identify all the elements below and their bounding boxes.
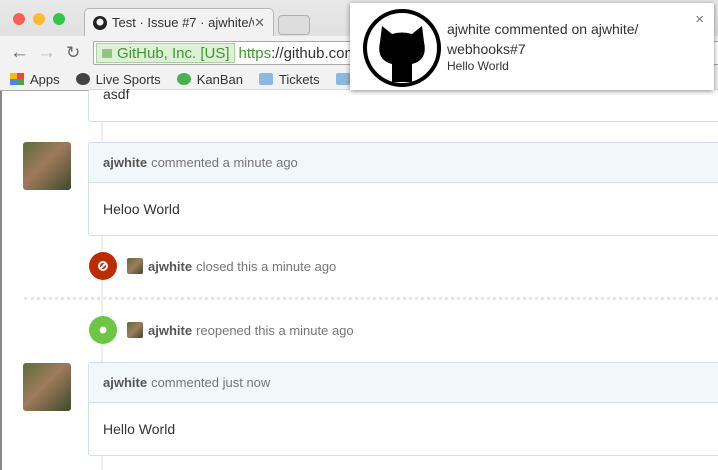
close-window-button[interactable] <box>13 13 25 25</box>
event-author[interactable]: ajwhite <box>148 259 192 274</box>
comment-header: ajwhite commented a minute ago <box>89 143 718 183</box>
notification-close-icon[interactable]: × <box>695 11 704 28</box>
bookmark-tickets[interactable]: Tickets <box>258 71 320 87</box>
avatar-small[interactable] <box>127 258 143 274</box>
divider <box>24 297 718 300</box>
notification-message: Hello World <box>447 59 509 73</box>
bookmark-live-sports[interactable]: Live Sports <box>75 71 161 87</box>
new-tab-button[interactable] <box>278 15 310 35</box>
bookmark-apps[interactable]: Apps <box>10 72 60 87</box>
event-closed: ajwhite closed this a minute ago <box>89 252 336 280</box>
folder-icon <box>335 73 350 85</box>
bookmark-kanban[interactable]: KanBan <box>176 71 243 87</box>
tab-close-icon[interactable]: ✕ <box>254 15 265 31</box>
event-author[interactable]: ajwhite <box>148 323 192 338</box>
bookmark-label: KanBan <box>196 71 243 87</box>
bookmark-label: Tickets <box>278 71 320 87</box>
avatar[interactable] <box>23 363 71 411</box>
comment-author[interactable]: ajwhite <box>103 155 147 170</box>
avatar[interactable] <box>23 142 71 190</box>
comment-author[interactable]: ajwhite <box>103 375 147 390</box>
open-icon <box>89 316 117 344</box>
comment: ajwhite commented a minute ago Heloo Worl… <box>88 142 718 236</box>
tab-title: Test · Issue #7 · ajwhite/webhooks <box>112 15 254 30</box>
comment: ajwhite commented just now Hello World <box>88 362 718 456</box>
back-icon[interactable]: ← <box>10 42 29 64</box>
comment-timestamp[interactable]: commented a minute ago <box>151 155 298 170</box>
github-octocat-icon <box>363 9 441 87</box>
comment-body: Heloo World <box>103 201 180 217</box>
ev-certificate-badge[interactable]: GitHub, Inc. [US] <box>96 43 235 63</box>
comment-header: ajwhite commented just now <box>89 363 718 403</box>
issue-timeline: asdf ajwhite commented a minute ago Heloo… <box>0 86 718 470</box>
folder-icon <box>258 73 273 85</box>
url-scheme: https <box>238 44 272 62</box>
closed-icon <box>89 252 117 280</box>
event-text: closed this a minute ago <box>196 258 337 274</box>
previous-comment: asdf <box>88 86 718 122</box>
url-text: https://github.com <box>239 45 357 62</box>
comment-body: Hello World <box>103 421 176 437</box>
sports-icon <box>75 73 90 85</box>
event-text: reopened this a minute ago <box>196 322 354 338</box>
github-icon <box>93 15 107 30</box>
notification-title: ajwhite commented on ajwhite/ webhooks#7 <box>447 21 639 57</box>
minimize-window-button[interactable] <box>33 13 45 25</box>
avatar-small[interactable] <box>127 322 143 338</box>
leaf-icon <box>176 73 191 85</box>
bookmark-label: Live Sports <box>95 71 161 87</box>
comment-timestamp[interactable]: commented just now <box>151 375 270 390</box>
bookmark-label: Apps <box>30 71 60 87</box>
desktop-notification[interactable]: ajwhite commented on ajwhite/ webhooks#7… <box>350 3 714 90</box>
reload-icon[interactable]: ↻ <box>66 43 80 63</box>
browser-tab[interactable]: Test · Issue #7 · ajwhite/webhooks ✕ <box>84 8 274 36</box>
forward-icon[interactable]: → <box>37 42 56 64</box>
ev-label: GitHub, Inc. [US] <box>117 44 230 62</box>
event-reopened: ajwhite reopened this a minute ago <box>89 316 354 344</box>
maximize-window-button[interactable] <box>53 13 65 25</box>
url-host: ://github.com <box>271 44 357 62</box>
apps-grid-icon <box>10 73 24 85</box>
